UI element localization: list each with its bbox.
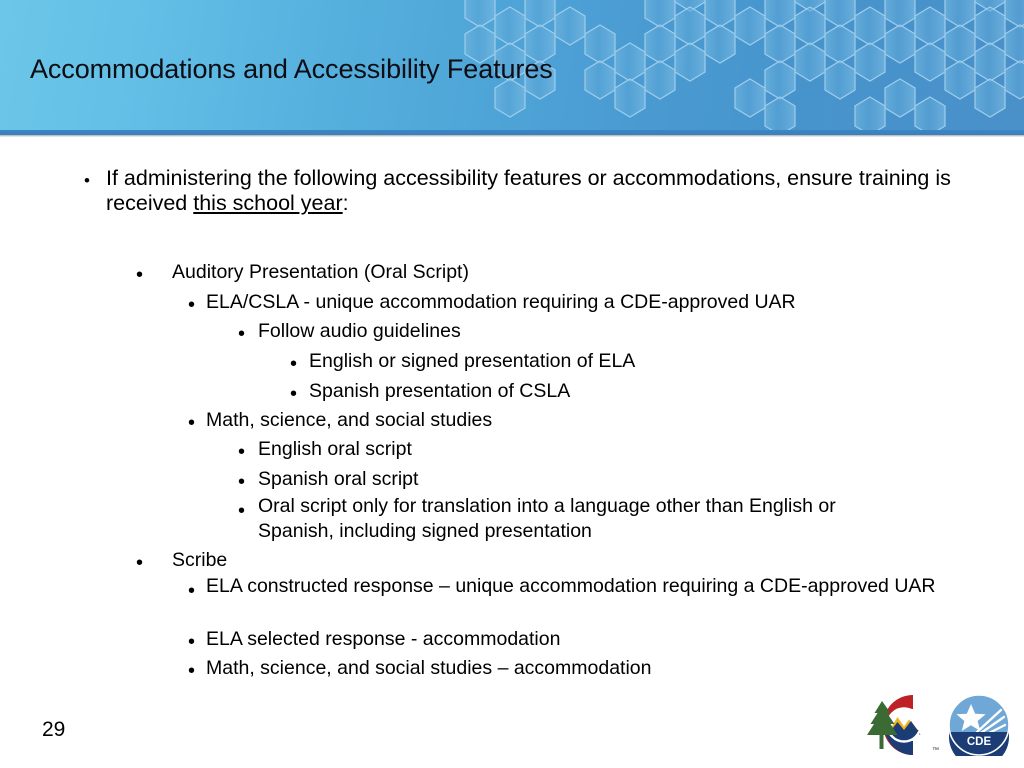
intro-text-underlined: this school year [193, 191, 343, 215]
bullet-dot-icon: • [84, 171, 90, 190]
bullet-math-science-social-accommodation: • Math, science, and social studies – ac… [188, 654, 978, 684]
slide: Accommodations and Accessibility Feature… [0, 0, 1024, 768]
bullet-dot-icon: • [238, 500, 246, 522]
bullet-ela-csla: • ELA/CSLA - unique accommodation requir… [188, 288, 978, 318]
bullet-spanish-presentation-csla: • Spanish presentation of CSLA [290, 377, 980, 407]
list-item-label: Spanish presentation of CSLA [309, 380, 571, 402]
bullet-dot-icon: • [238, 441, 246, 463]
intro-text-after: : [342, 191, 349, 215]
list-item-label: Follow audio guidelines [258, 320, 461, 342]
bullet-dot-icon: • [188, 660, 196, 682]
list-item-label: Auditory Presentation (Oral Script) [172, 261, 469, 283]
bullet-spanish-oral-script: • Spanish oral script [238, 465, 978, 495]
bullet-ela-constructed-response: • ELA constructed response – unique acco… [188, 574, 938, 602]
bullet-dot-icon: • [188, 580, 196, 602]
bullet-dot-icon: • [136, 552, 144, 574]
slide-header-banner: Accommodations and Accessibility Feature… [0, 0, 1024, 130]
bullet-dot-icon: • [188, 412, 196, 434]
list-item-label: ELA/CSLA - unique accommodation requirin… [206, 291, 796, 313]
list-item-label: English or signed presentation of ELA [309, 350, 636, 372]
cde-logo-label: CDE [967, 736, 992, 748]
list-item-label: English oral script [258, 438, 412, 460]
list-item-label: ELA constructed response – unique accomm… [206, 575, 936, 597]
list-item-label: Math, science, and social studies – acco… [206, 657, 652, 679]
page-title: Accommodations and Accessibility Feature… [30, 54, 553, 84]
bullet-intro: • If administering the following accessi… [84, 166, 954, 216]
bullet-english-signed-presentation-ela: • English or signed presentation of ELA [290, 347, 980, 377]
header-rule-shadow [0, 135, 1024, 137]
logo-group: ™ CDE [866, 692, 1012, 758]
bullet-math-science-social-studies: • Math, science, and social studies [188, 406, 978, 436]
bullet-dot-icon: • [136, 264, 144, 286]
page-number: 29 [42, 718, 66, 741]
bullet-ela-selected-response: • ELA selected response - accommodation [188, 625, 978, 655]
bullet-follow-audio-guidelines: • Follow audio guidelines [238, 317, 978, 347]
list-item-label: Spanish oral script [258, 468, 419, 490]
bullet-dot-icon: • [188, 631, 196, 653]
bullet-oral-script-translation: • Oral script only for translation into … [238, 494, 910, 544]
bullet-scribe: • Scribe [136, 546, 956, 576]
bullet-dot-icon: • [188, 294, 196, 316]
bullet-dot-icon: • [238, 471, 246, 493]
bullet-auditory-presentation: • Auditory Presentation (Oral Script) [136, 258, 956, 288]
list-item-label: Scribe [172, 549, 228, 571]
trademark-symbol: ™ [932, 747, 939, 754]
bullet-intro-text: If administering the following accessibi… [106, 166, 954, 216]
list-item-label: ELA selected response - accommodation [206, 628, 561, 650]
bullet-dot-icon: • [290, 383, 298, 405]
bullet-dot-icon: • [238, 323, 246, 345]
colorado-state-logo: ™ [867, 695, 939, 755]
cde-logo: CDE [948, 694, 1010, 756]
list-item-label: Math, science, and social studies [206, 409, 493, 431]
list-item-label: Oral script only for translation into a … [258, 495, 836, 542]
bullet-english-oral-script: • English oral script [238, 435, 978, 465]
bullet-dot-icon: • [290, 353, 298, 375]
